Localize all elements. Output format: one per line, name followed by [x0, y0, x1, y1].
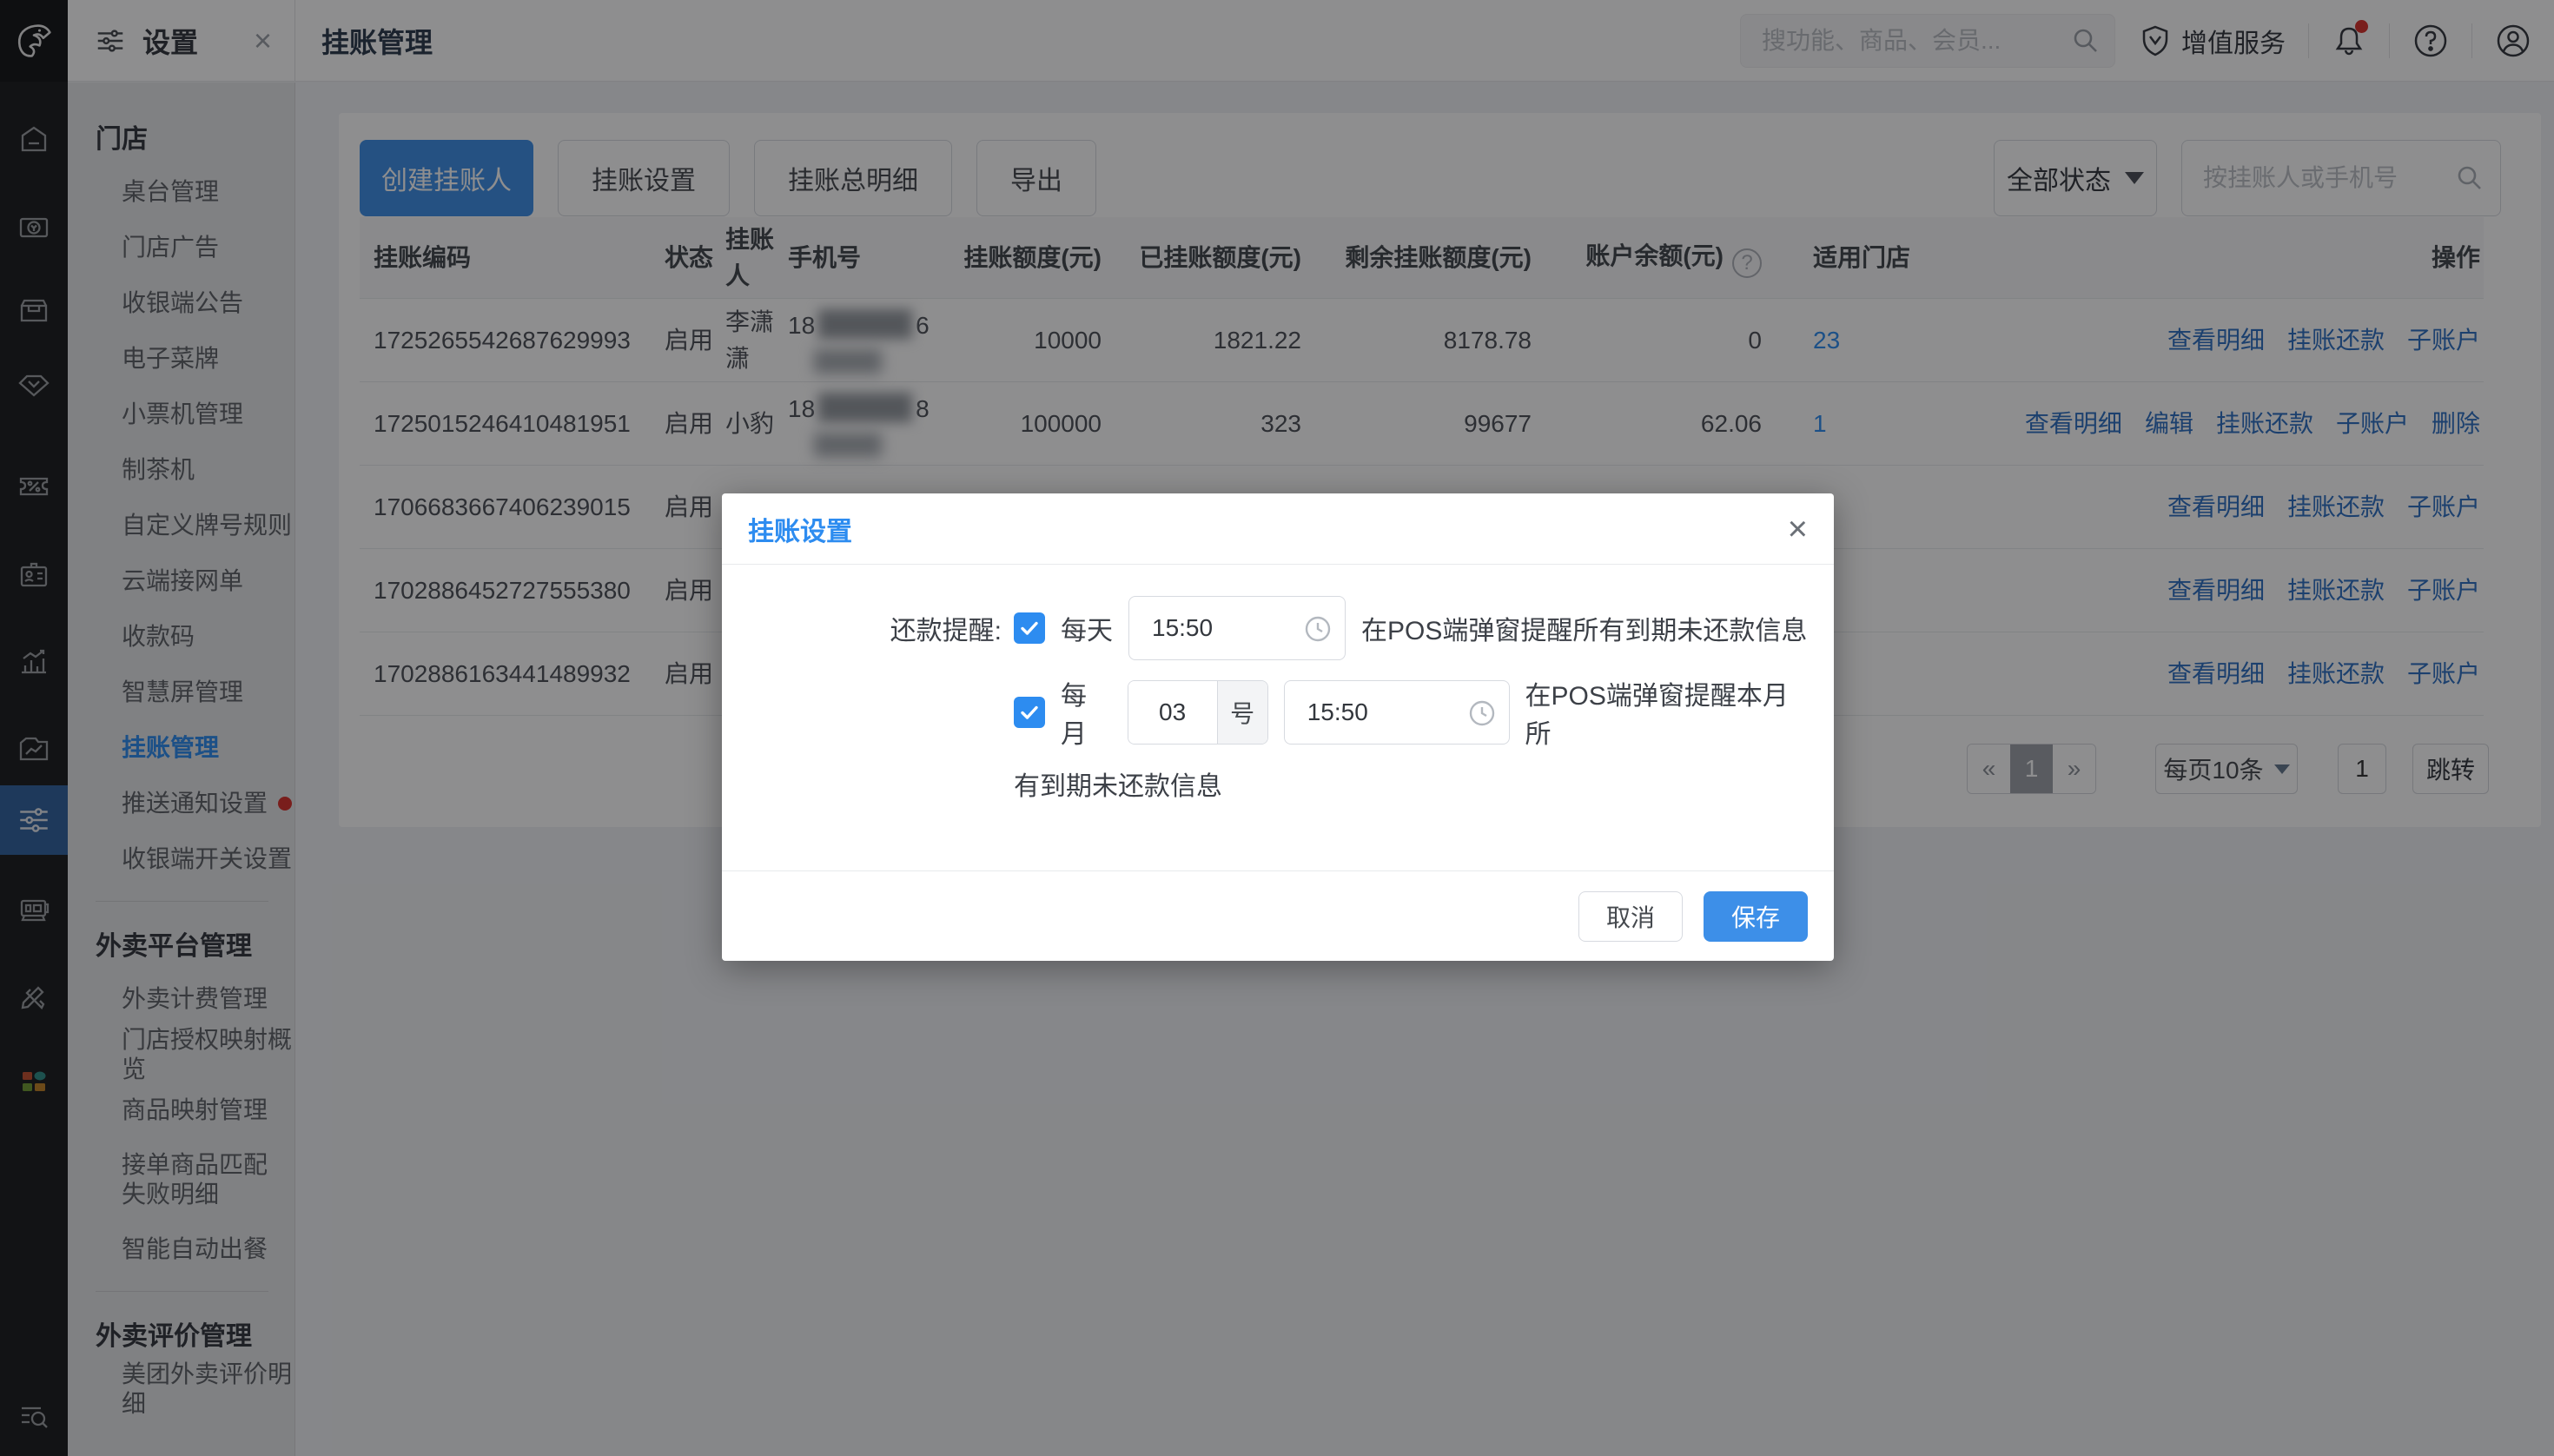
monthly-checkbox[interactable] [1014, 697, 1045, 728]
monthly-reminder-controls: 每月 号 在POS端弹窗提醒本月所 [1014, 674, 1808, 751]
save-button[interactable]: 保存 [1704, 891, 1808, 942]
monthly-day-input[interactable] [1128, 681, 1217, 744]
screen: 设置 × 挂账管理 增值服务 [0, 0, 2554, 1456]
credit-settings-modal: 挂账设置 × 还款提醒: 每天 在POS端弹窗提醒所有到期未还款信息 [722, 493, 1834, 961]
cancel-button[interactable]: 取消 [1578, 891, 1683, 942]
monthly-reminder-desc-line2: 有到期未还款信息 [1014, 764, 1808, 803]
monthly-label: 每月 [1061, 674, 1112, 751]
monthly-time-picker [1284, 680, 1510, 745]
reminder-label: 还款提醒: [722, 609, 1002, 647]
check-icon [1018, 701, 1041, 724]
modal-title: 挂账设置 [748, 510, 852, 548]
monthly-day-field: 号 [1128, 680, 1268, 745]
day-unit-addon: 号 [1217, 681, 1267, 744]
daily-checkbox[interactable] [1014, 612, 1045, 644]
daily-reminder-desc: 在POS端弹窗提醒所有到期未还款信息 [1361, 609, 1807, 647]
close-icon[interactable]: × [1788, 512, 1808, 546]
clock-icon [1467, 698, 1497, 728]
daily-time-picker [1128, 596, 1346, 660]
modal-body: 还款提醒: 每天 在POS端弹窗提醒所有到期未还款信息 [722, 565, 1834, 803]
modal-header: 挂账设置 × [722, 493, 1834, 565]
daily-reminder-row: 还款提醒: 每天 在POS端弹窗提醒所有到期未还款信息 [722, 596, 1808, 660]
monthly-reminder-row: 每月 号 在POS端弹窗提醒本月所 [722, 674, 1808, 751]
daily-label: 每天 [1061, 609, 1113, 647]
monthly-reminder-desc-line1: 在POS端弹窗提醒本月所 [1525, 674, 1809, 751]
modal-footer: 取消 保存 [722, 870, 1834, 961]
clock-icon [1303, 614, 1333, 644]
daily-reminder-controls: 每天 在POS端弹窗提醒所有到期未还款信息 [1014, 596, 1807, 660]
check-icon [1018, 617, 1041, 639]
